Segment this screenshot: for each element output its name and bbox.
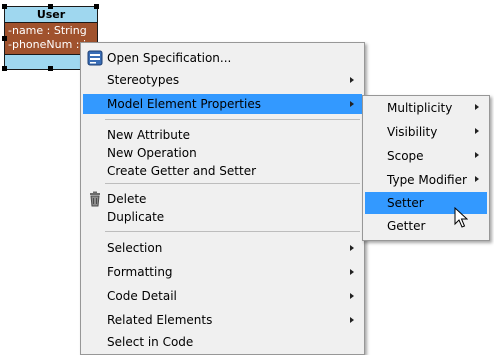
menu-item-label: Code Detail (107, 289, 177, 303)
menu-item-formatting[interactable]: Formatting (83, 262, 362, 282)
submenu-item-setter[interactable]: Setter (365, 192, 487, 214)
menu-item-new-operation[interactable]: New Operation (83, 143, 362, 163)
menu-item-label: Selection (107, 241, 163, 255)
submenu-item-visibility[interactable]: Visibility (365, 121, 487, 143)
mouse-pointer-icon (454, 207, 468, 228)
submenu-item-getter[interactable]: Getter (365, 215, 487, 237)
submenu-arrow-icon (475, 104, 479, 110)
menu-item-label: Stereotypes (107, 73, 180, 87)
submenu-item-label: Scope (387, 149, 424, 163)
submenu-arrow-icon (475, 128, 479, 134)
resize-handle-tm[interactable] (48, 4, 53, 9)
submenu-arrow-icon (350, 293, 354, 299)
menu-item-select-in-code[interactable]: Select in Code (83, 332, 362, 352)
specification-icon (87, 50, 103, 66)
menu-item-label: New Attribute (107, 128, 190, 142)
menu-item-label: Formatting (107, 265, 173, 279)
submenu-item-label: Visibility (387, 125, 438, 139)
menu-item-stereotypes[interactable]: Stereotypes (83, 70, 362, 90)
submenu-arrow-icon (350, 77, 354, 83)
menu-item-delete[interactable]: Delete (83, 189, 362, 209)
submenu-item-type-modifier[interactable]: Type Modifier (365, 169, 487, 191)
menu-item-label: Create Getter and Setter (107, 164, 257, 178)
submenu-item-label: Type Modifier (387, 173, 467, 187)
menu-separator (105, 183, 360, 184)
menu-item-create-getter-setter[interactable]: Create Getter and Setter (83, 161, 362, 181)
submenu-arrow-icon (475, 176, 479, 182)
menu-item-related-elements[interactable]: Related Elements (83, 310, 362, 330)
uml-class-title: User (5, 7, 97, 23)
resize-handle-bl[interactable] (2, 66, 7, 71)
menu-item-label: Model Element Properties (107, 97, 261, 111)
context-menu: Open Specification... Stereotypes Model … (80, 42, 365, 355)
menu-item-duplicate[interactable]: Duplicate (83, 207, 362, 227)
submenu-arrow-icon (350, 245, 354, 251)
submenu-item-scope[interactable]: Scope (365, 145, 487, 167)
resize-handle-tr[interactable] (94, 4, 99, 9)
menu-item-selection[interactable]: Selection (83, 238, 362, 258)
menu-item-open-specification[interactable]: Open Specification... (83, 48, 362, 68)
resize-handle-ml[interactable] (2, 36, 7, 41)
submenu-arrow-icon (350, 101, 354, 107)
menu-item-label: Select in Code (107, 335, 194, 349)
submenu-item-label: Setter (387, 196, 424, 210)
menu-item-label: New Operation (107, 146, 197, 160)
submenu-item-label: Multiplicity (387, 101, 453, 115)
submenu-arrow-icon (350, 269, 354, 275)
menu-item-model-element-properties[interactable]: Model Element Properties (83, 94, 362, 114)
submenu-item-multiplicity[interactable]: Multiplicity (365, 97, 487, 119)
menu-separator (105, 231, 360, 232)
menu-item-code-detail[interactable]: Code Detail (83, 286, 362, 306)
menu-item-label: Related Elements (107, 313, 213, 327)
model-element-properties-submenu: Multiplicity Visibility Scope Type Modif… (362, 95, 490, 241)
submenu-item-label: Getter (387, 219, 426, 233)
uml-attribute-name[interactable]: -name : String (5, 24, 97, 38)
menu-separator (105, 119, 360, 120)
resize-handle-bm[interactable] (48, 66, 53, 71)
menu-item-label: Delete (107, 192, 147, 206)
submenu-arrow-icon (475, 152, 479, 158)
trash-icon (90, 191, 100, 207)
resize-handle-tl[interactable] (2, 4, 7, 9)
menu-item-new-attribute[interactable]: New Attribute (83, 125, 362, 145)
submenu-arrow-icon (350, 317, 354, 323)
menu-item-label: Open Specification... (107, 51, 232, 65)
menu-item-label: Duplicate (107, 210, 165, 224)
